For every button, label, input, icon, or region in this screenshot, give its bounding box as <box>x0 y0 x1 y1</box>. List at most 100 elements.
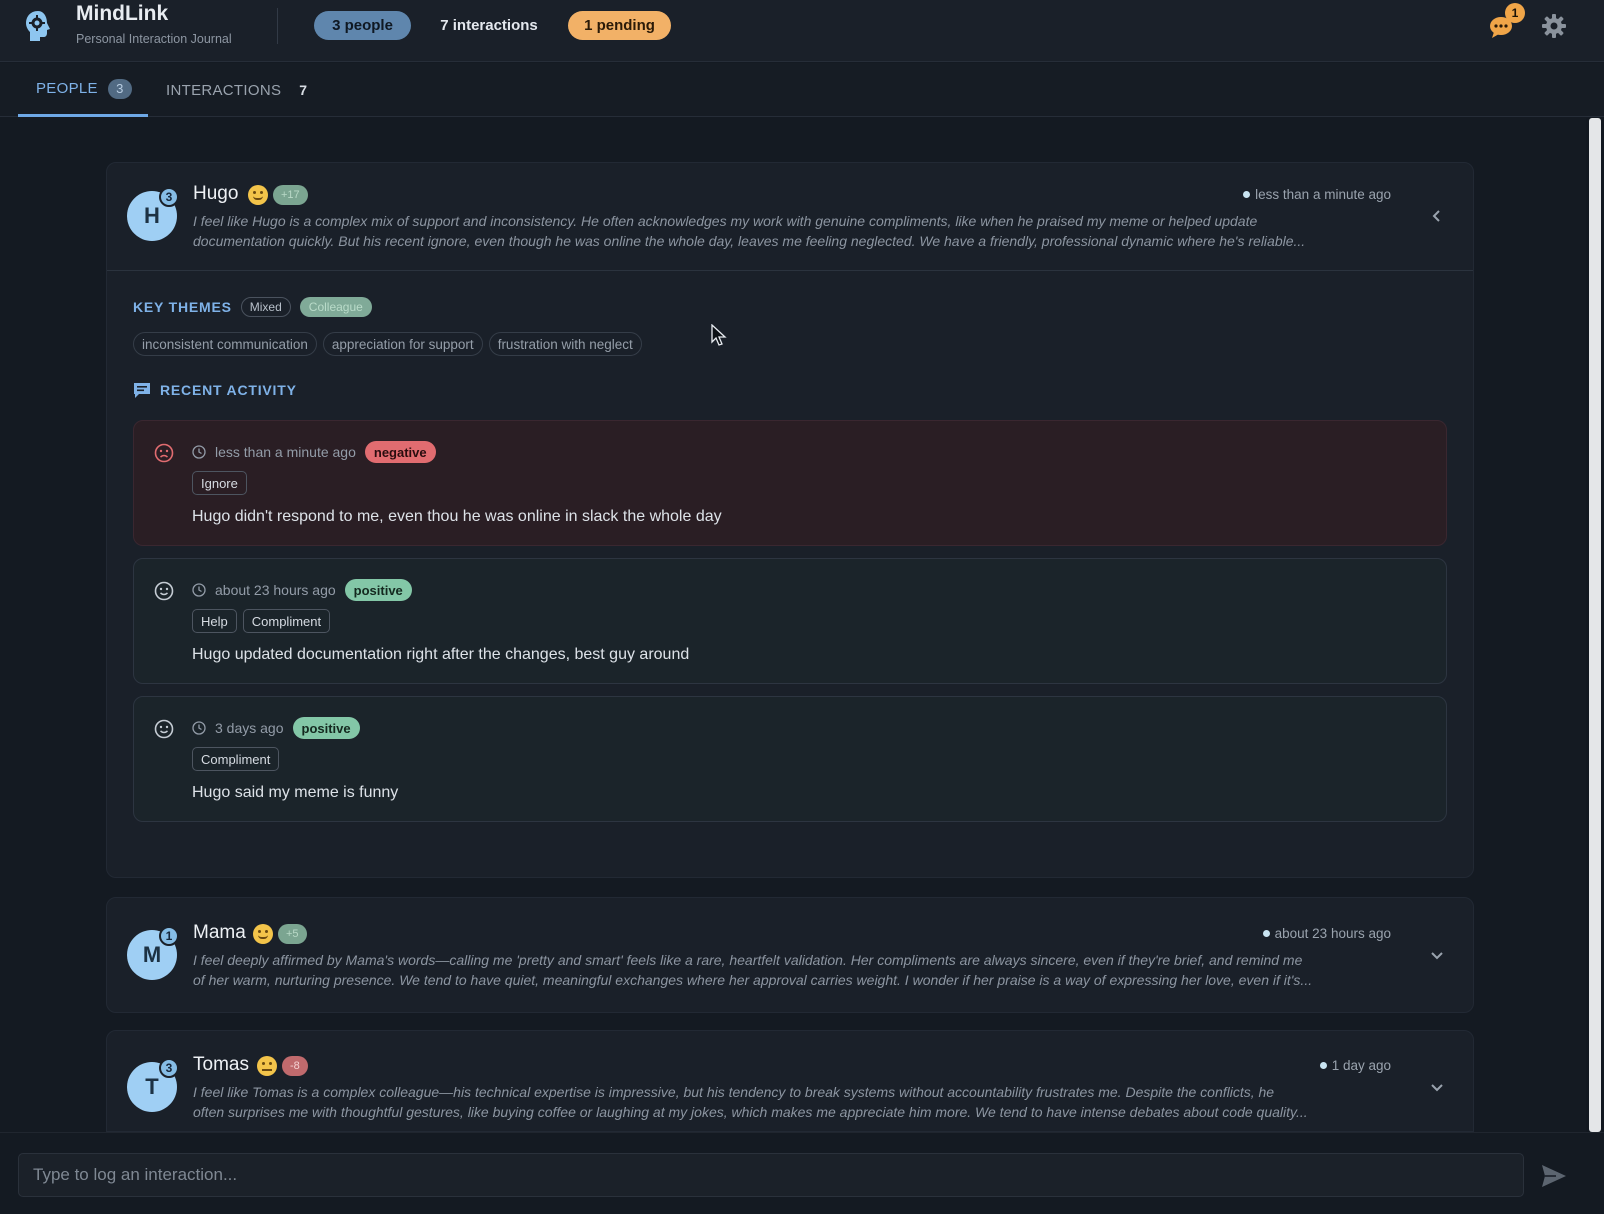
tab-interactions-label: INTERACTIONS <box>166 81 282 99</box>
tab-bar: PEOPLE 3 INTERACTIONS 7 <box>0 63 1604 117</box>
tab-people[interactable]: PEOPLE 3 <box>18 63 148 117</box>
person-name: Tomas <box>193 1054 249 1075</box>
last-interaction-time-text: 1 day ago <box>1331 1058 1391 1073</box>
gear-icon[interactable] <box>1541 13 1567 39</box>
notification-badge: 1 <box>1505 3 1525 23</box>
chevron-left-icon[interactable] <box>1429 208 1445 224</box>
theme-tag: inconsistent communication <box>133 332 317 356</box>
chevron-down-icon[interactable] <box>1429 947 1445 963</box>
composer-bar <box>0 1132 1604 1214</box>
clock-icon <box>192 721 206 735</box>
summary-line: of her warm, nurturing presence. We tend… <box>193 972 1313 988</box>
sad-face-icon <box>154 443 174 463</box>
pending-count-pill[interactable]: 1 pending <box>568 11 671 40</box>
person-card-hugo: H 3 Hugo +17 less than a minute ago I fe… <box>106 162 1474 878</box>
card-divider <box>107 270 1473 271</box>
last-interaction-time: less than a minute ago <box>1243 187 1391 202</box>
clock-icon <box>192 445 206 459</box>
people-count-pill[interactable]: 3 people <box>314 11 411 40</box>
activity-item[interactable]: 3 days ago positive Compliment Hugo said… <box>133 696 1447 822</box>
brain-gear-icon <box>26 11 50 41</box>
activity-tag: Compliment <box>242 609 331 633</box>
scrollbar-track[interactable] <box>1586 118 1604 1132</box>
summary-line: often surprises me with thoughtful gestu… <box>193 1104 1308 1120</box>
scrollbar-thumb[interactable] <box>1589 118 1601 1132</box>
message-icon <box>134 383 150 398</box>
activity-tags: Help Compliment <box>192 609 331 633</box>
tone-chip: Mixed <box>240 297 291 317</box>
person-card-tomas[interactable]: T 3 Tomas -8 1 day ago I feel like Tomas… <box>106 1030 1474 1132</box>
app-title: MindLink <box>76 2 169 25</box>
recent-activity-label: RECENT ACTIVITY <box>160 382 297 398</box>
activity-text: Hugo didn't respond to me, even thou he … <box>192 508 722 525</box>
theme-tag: appreciation for support <box>322 332 483 356</box>
person-name: Mama <box>193 922 246 943</box>
mouse-cursor-icon <box>711 324 727 346</box>
chevron-down-icon[interactable] <box>1429 1079 1445 1095</box>
sentiment-badge: positive <box>292 717 360 739</box>
activity-tags: Ignore <box>192 471 247 495</box>
avatar-count-badge: 3 <box>159 187 179 207</box>
interaction-input[interactable] <box>18 1153 1524 1197</box>
smile-emoji-icon <box>253 924 273 944</box>
activity-item[interactable]: less than a minute ago negative Ignore H… <box>133 420 1447 546</box>
clock-icon <box>192 583 206 597</box>
summary-line: I feel like Hugo is a complex mix of sup… <box>193 213 1258 229</box>
activity-text: Hugo updated documentation right after t… <box>192 646 690 663</box>
activity-text: Hugo said my meme is funny <box>192 784 399 801</box>
person-summary: I feel deeply affirmed by Mama's words—c… <box>193 950 1369 990</box>
last-interaction-time: 1 day ago <box>1319 1058 1391 1073</box>
person-summary: I feel like Tomas is a complex colleague… <box>193 1082 1369 1122</box>
sentiment-score: -8 <box>282 1056 308 1076</box>
tab-people-count: 3 <box>107 78 132 99</box>
relationship-chip: Colleague <box>299 297 372 317</box>
theme-tag: frustration with neglect <box>488 332 642 356</box>
key-themes-label: KEY THEMES <box>133 299 232 315</box>
activity-tag: Help <box>192 609 237 633</box>
interactions-count-pill[interactable]: 7 interactions <box>430 11 548 40</box>
key-themes-row: KEY THEMES Mixed Colleague <box>133 297 372 317</box>
avatar-count-badge: 3 <box>159 1058 179 1078</box>
sentiment-score: +17 <box>273 185 308 205</box>
activity-tag: Ignore <box>192 471 247 495</box>
smile-emoji-icon <box>248 185 268 205</box>
smile-face-icon <box>154 581 174 601</box>
summary-line: documentation quickly. But his recent ig… <box>193 233 1306 249</box>
theme-tags: inconsistent communication appreciation … <box>133 332 642 356</box>
app-subtitle: Personal Interaction Journal <box>76 32 232 46</box>
top-bar: MindLink Personal Interaction Journal 3 … <box>0 0 1604 62</box>
status-dot <box>1262 929 1270 937</box>
activity-time: about 23 hours ago <box>215 582 336 598</box>
activity-time: less than a minute ago <box>215 444 356 460</box>
activity-tags: Compliment <box>192 747 280 771</box>
brand: MindLink Personal Interaction Journal <box>76 2 232 46</box>
header-divider <box>277 8 278 44</box>
status-dot <box>1243 190 1251 198</box>
send-icon[interactable] <box>1540 1163 1568 1189</box>
summary-line: I feel like Tomas is a complex colleague… <box>193 1084 1275 1100</box>
activity-meta: less than a minute ago negative <box>192 441 436 463</box>
tab-interactions-count: 7 <box>299 82 308 98</box>
last-interaction-time-text: about 23 hours ago <box>1274 926 1391 941</box>
person-name: Hugo <box>193 183 239 204</box>
sentiment-badge: positive <box>344 579 412 601</box>
status-dot <box>1319 1061 1327 1069</box>
person-card-mama[interactable]: M 1 Mama +5 about 23 hours ago I feel de… <box>106 897 1474 1013</box>
last-interaction-time-text: less than a minute ago <box>1255 187 1391 202</box>
last-interaction-time: about 23 hours ago <box>1262 926 1391 941</box>
smile-face-icon <box>154 719 174 739</box>
tab-people-label: PEOPLE <box>36 80 98 97</box>
activity-meta: 3 days ago positive <box>192 717 360 739</box>
activity-tag: Compliment <box>192 747 280 771</box>
tab-interactions[interactable]: INTERACTIONS 7 <box>166 63 307 117</box>
recent-activity-header: RECENT ACTIVITY <box>133 381 297 399</box>
avatar-count-badge: 1 <box>159 926 179 946</box>
sentiment-badge: negative <box>364 441 436 463</box>
summary-line: I feel deeply affirmed by Mama's words—c… <box>193 952 1303 968</box>
person-summary: I feel like Hugo is a complex mix of sup… <box>193 211 1369 251</box>
activity-time: 3 days ago <box>215 720 284 736</box>
sentiment-score: +5 <box>278 924 307 944</box>
neutral-emoji-icon <box>257 1056 277 1076</box>
activity-meta: about 23 hours ago positive <box>192 579 412 601</box>
activity-item[interactable]: about 23 hours ago positive Help Complim… <box>133 558 1447 684</box>
